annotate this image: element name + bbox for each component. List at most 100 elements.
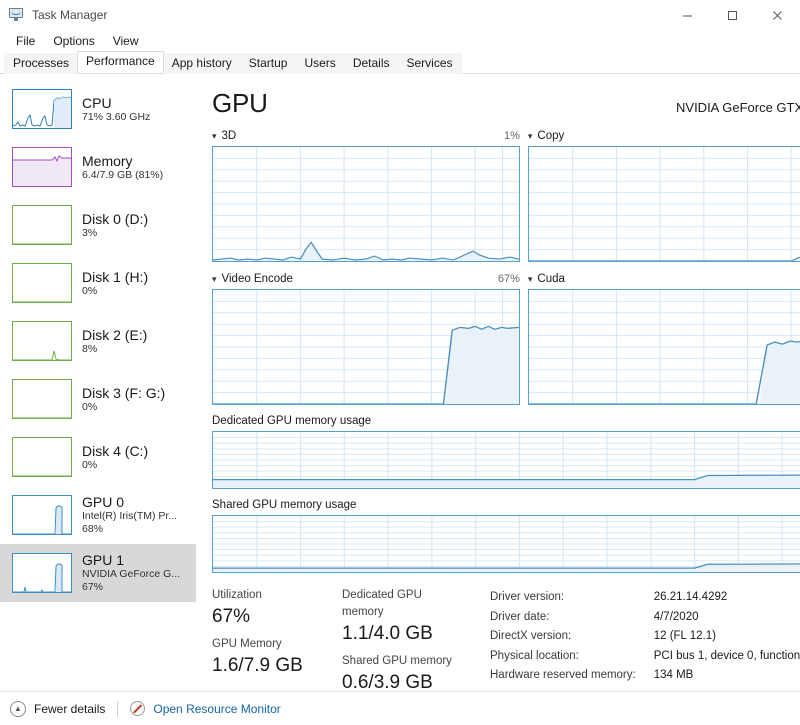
shared-memory-label: Shared GPU memory usage 3.9 GB bbox=[212, 498, 800, 512]
stat-col-utilization: Utilization 67% GPU Memory 1.6/7.9 GB bbox=[212, 587, 318, 702]
sidebar-item-sub: 3% bbox=[82, 226, 98, 239]
sidebar-item-disk-4-text: Disk 4 (C:) 0% bbox=[82, 443, 148, 472]
tab-app-history[interactable]: App history bbox=[162, 53, 241, 74]
window-title: Task Manager bbox=[32, 8, 108, 22]
info-value: 134 MB bbox=[653, 669, 694, 681]
engine-label-cuda[interactable]: ▾ Cuda 53% bbox=[528, 272, 800, 286]
sidebar-item-label: Disk 1 (H:) bbox=[82, 268, 149, 285]
info-key: Driver version: bbox=[490, 591, 565, 603]
gpu1-thumbnail-graph bbox=[12, 553, 72, 593]
sidebar-item-disk-0[interactable]: Disk 0 (D:) 3% bbox=[0, 196, 196, 254]
table-row: Hardware reserved memory: 134 MB bbox=[490, 667, 800, 685]
memory-thumbnail-graph bbox=[12, 147, 72, 187]
disk2-thumbnail-graph bbox=[12, 321, 72, 361]
tab-users[interactable]: Users bbox=[295, 53, 345, 74]
tab-services[interactable]: Services bbox=[397, 53, 462, 74]
sidebar-item-disk-2[interactable]: Disk 2 (E:) 8% bbox=[0, 312, 196, 370]
menu-item-view[interactable]: View bbox=[105, 32, 147, 50]
tab-details[interactable]: Details bbox=[343, 53, 399, 74]
engine-name: Video Encode bbox=[221, 273, 293, 285]
engine-cell-3d: ▾ 3D 1% bbox=[212, 129, 520, 262]
stat-value: 67% bbox=[212, 606, 251, 627]
sidebar-item-gpu-1[interactable]: GPU 1 NVIDIA GeForce G... 67% bbox=[0, 544, 196, 602]
engine-graph-row-1: ▾ 3D 1% ▾ Copy bbox=[212, 129, 800, 262]
sidebar-item-disk-0-text: Disk 0 (D:) 3% bbox=[82, 211, 148, 240]
status-bar: ▲ Fewer details Open Resource Monitor bbox=[0, 691, 800, 725]
menu-item-file[interactable]: File bbox=[8, 32, 43, 50]
engine-name: 3D bbox=[221, 130, 237, 142]
title-bar: Task Manager bbox=[0, 0, 800, 30]
stat-label: GPU Memory bbox=[212, 638, 282, 650]
dedicated-memory-title: Dedicated GPU memory usage bbox=[212, 415, 372, 427]
table-row: Driver version: 26.21.14.4292 bbox=[490, 589, 800, 607]
stats-section: Utilization 67% GPU Memory 1.6/7.9 GB De… bbox=[212, 587, 800, 702]
page-title: GPU bbox=[212, 88, 268, 118]
stat-value: 1.1/4.0 GB bbox=[342, 623, 433, 644]
minimize-button[interactable] bbox=[665, 0, 710, 30]
tab-processes[interactable]: Processes bbox=[4, 53, 79, 74]
sidebar-item-label: GPU 0 bbox=[82, 494, 125, 510]
fewer-details-button[interactable]: Fewer details bbox=[34, 702, 105, 716]
tab-performance[interactable]: Performance bbox=[77, 51, 164, 73]
sidebar-item-sub2: 67% bbox=[82, 581, 104, 593]
maximize-button[interactable] bbox=[710, 0, 755, 30]
stat-label: Shared GPU memory bbox=[342, 655, 452, 667]
sidebar-item-gpu-0[interactable]: GPU 0 Intel(R) Iris(TM) Pr... 68% bbox=[0, 486, 196, 544]
sidebar-item-disk-4[interactable]: Disk 4 (C:) 0% bbox=[0, 428, 196, 486]
chevron-up-circle-icon[interactable]: ▲ bbox=[10, 700, 26, 717]
sidebar-item-memory[interactable]: Memory 6.4/7.9 GB (81%) bbox=[0, 138, 196, 196]
table-row: Driver date: 4/7/2020 bbox=[490, 609, 800, 627]
dedicated-memory-graph bbox=[212, 431, 800, 489]
info-value: 12 (FL 12.1) bbox=[653, 630, 716, 642]
menu-item-options[interactable]: Options bbox=[45, 32, 102, 50]
sidebar-item-disk-3-text: Disk 3 (F: G:) 0% bbox=[82, 385, 165, 414]
open-resource-monitor-link[interactable]: Open Resource Monitor bbox=[153, 702, 280, 716]
tab-startup[interactable]: Startup bbox=[239, 53, 297, 74]
performance-sidebar[interactable]: CPU 71% 3.60 GHz Memory 6.4/7.9 GB (81%) bbox=[0, 74, 196, 699]
sidebar-item-sub: 6.4/7.9 GB (81%) bbox=[82, 168, 164, 181]
info-value: 4/7/2020 bbox=[653, 610, 699, 623]
sidebar-item-label: GPU 1 bbox=[82, 552, 125, 568]
stat-label: Dedicated GPU memory bbox=[342, 589, 422, 618]
info-key: DirectX version: bbox=[490, 630, 572, 642]
sidebar-item-cpu[interactable]: CPU 71% 3.60 GHz bbox=[0, 80, 196, 138]
cpu-thumbnail-graph bbox=[12, 89, 72, 129]
resource-monitor-icon[interactable] bbox=[130, 701, 146, 716]
sidebar-item-disk-1[interactable]: Disk 1 (H:) 0% bbox=[0, 254, 196, 312]
content-area: CPU 71% 3.60 GHz Memory 6.4/7.9 GB (81%) bbox=[0, 74, 800, 699]
chevron-down-icon[interactable]: ▾ bbox=[212, 274, 217, 284]
engine-label-3d[interactable]: ▾ 3D 1% bbox=[212, 129, 520, 143]
stat-col-driver-info: Driver version: 26.21.14.4292 Driver dat… bbox=[488, 587, 800, 702]
chevron-down-icon[interactable]: ▾ bbox=[528, 274, 533, 284]
info-key: Driver date: bbox=[490, 610, 550, 623]
stat-value: 1.6/7.9 GB bbox=[212, 655, 303, 676]
engine-graph-copy bbox=[527, 146, 800, 262]
sidebar-item-sub: 0% bbox=[82, 458, 98, 471]
engine-graph-3d bbox=[212, 146, 520, 262]
engine-cell-copy: ▾ Copy 0% bbox=[527, 129, 800, 262]
table-row: Physical location: PCI bus 1, device 0, … bbox=[490, 648, 800, 666]
engine-graph-row-2: ▾ Video Encode 67% ▾ Cuda bbox=[212, 272, 800, 405]
disk3-thumbnail-graph bbox=[12, 379, 72, 419]
sidebar-item-disk-3[interactable]: Disk 3 (F: G:) 0% bbox=[0, 370, 196, 428]
engine-label-copy[interactable]: ▾ Copy 0% bbox=[528, 129, 800, 143]
close-button[interactable] bbox=[755, 0, 800, 30]
sidebar-item-memory-text: Memory 6.4/7.9 GB (81%) bbox=[82, 153, 163, 182]
engine-label-video-encode[interactable]: ▾ Video Encode 67% bbox=[212, 272, 520, 286]
engine-cell-cuda: ▾ Cuda 53% bbox=[527, 272, 800, 405]
shared-memory-title: Shared GPU memory usage bbox=[212, 499, 357, 511]
device-name: NVIDIA GeForce GTX 1650 bbox=[676, 100, 800, 115]
sidebar-item-gpu-1-text: GPU 1 NVIDIA GeForce G... 67% bbox=[82, 552, 180, 594]
sidebar-item-label: Disk 3 (F: G:) bbox=[82, 384, 166, 401]
gpu-detail-pane: GPU NVIDIA GeForce GTX 1650 ▾ 3D 1% bbox=[196, 74, 800, 699]
pane-header: GPU NVIDIA GeForce GTX 1650 bbox=[212, 88, 800, 119]
stat-label: Utilization bbox=[212, 589, 262, 601]
tab-strip: Processes Performance App history Startu… bbox=[0, 51, 800, 74]
chevron-down-icon[interactable]: ▾ bbox=[528, 131, 533, 141]
chevron-down-icon[interactable]: ▾ bbox=[212, 131, 217, 141]
menu-bar: File Options View bbox=[0, 30, 800, 52]
info-key: Hardware reserved memory: bbox=[490, 669, 636, 681]
engine-value: 1% bbox=[503, 130, 520, 142]
task-manager-icon bbox=[8, 7, 24, 23]
sidebar-item-sub2: 68% bbox=[82, 523, 104, 535]
